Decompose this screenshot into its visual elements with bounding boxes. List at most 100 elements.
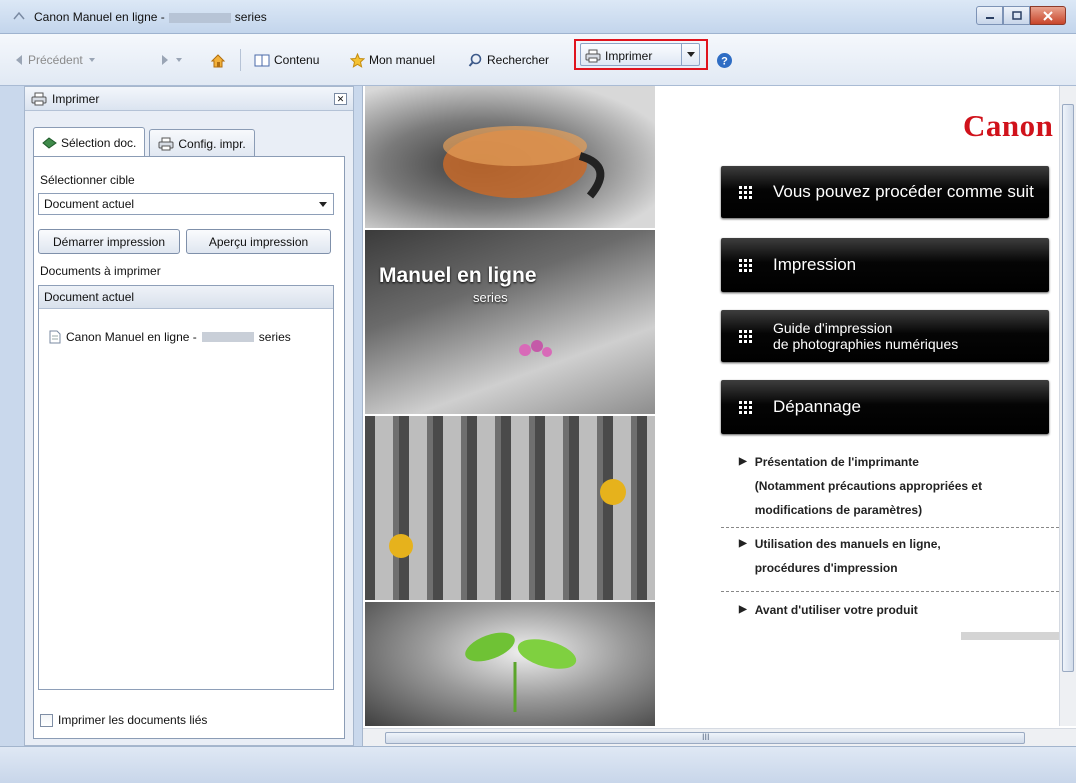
flowers-illustration [389,479,626,558]
printer-icon [158,137,174,150]
title-bar: Canon Manuel en ligne - series [0,0,1076,34]
my-manual-button[interactable]: Mon manuel [350,50,435,70]
link-bullet-icon: ▶ [739,538,747,549]
print-pane-header: Imprimer [25,87,353,111]
seedling-photo [365,602,655,726]
documents-list: Document actuel Canon Manuel en ligne - … [38,285,334,690]
vertical-scrollbar[interactable] [1059,86,1076,726]
link-before-use[interactable]: ▶ Avant d'utiliser votre produit [739,598,918,622]
document-name-suffix: series [258,330,291,344]
print-pane: Imprimer ✕ Sélection doc. Config. impr. … [24,86,354,746]
document-name-prefix: Canon Manuel en ligne - [66,330,197,344]
tab-document-selection-label: Sélection doc. [61,135,137,150]
document-icon [49,330,61,344]
menu-photo-guide-text: Guide d'impression de photographies numé… [773,320,958,352]
help-button[interactable]: ? [716,50,733,70]
menu-printing-label: Impression [773,255,857,274]
link-before-use-text: Avant d'utiliser votre produit [754,603,918,617]
tab-document-selection[interactable]: Sélection doc. [33,127,146,157]
start-print-button[interactable]: Démarrer impression [38,229,180,254]
horizontal-scrollbar[interactable]: III [363,728,1076,746]
menu-photo-guide-line1: Guide d'impression [773,320,893,336]
link-printer-overview-line1: Présentation de l'imprimante [754,455,919,469]
print-dropdown-button[interactable] [681,44,699,65]
print-button[interactable]: Imprimer [580,43,700,66]
home-button[interactable] [210,50,226,70]
divider [721,591,1059,592]
document-selection-panel: Sélectionner cible Document actuel Démar… [33,156,345,739]
help-icon: ? [717,52,732,68]
window-title-suffix: series [234,10,267,24]
close-icon [1043,10,1053,21]
close-button[interactable] [1030,6,1066,25]
link-printer-overview-line2: (Notamment précautions appropriées et [754,479,983,493]
photo-column: Manuel en ligne series [365,86,655,726]
link-online-manuals[interactable]: ▶ Utilisation des manuels en ligne, proc… [739,532,941,580]
menu-you-can-do[interactable]: Vous pouvez procéder comme suit [721,166,1049,218]
menu-photo-guide[interactable]: Guide d'impression de photographies numé… [721,310,1049,362]
documents-icon [42,137,57,149]
manual-content: Manuel en ligne series Canon Vous pouvez… [362,86,1076,746]
grid-icon [739,258,753,272]
link-printer-overview[interactable]: ▶ Présentation de l'imprimante (Notammen… [739,450,982,522]
forward-dropdown-icon [176,58,182,62]
contents-label: Contenu [274,53,320,67]
search-button[interactable]: Rechercher [468,50,549,70]
print-linked-docs-row[interactable]: Imprimer les documents liés [40,713,207,727]
menu-printing[interactable]: Impression [721,238,1049,292]
pane-close-button[interactable]: ✕ [334,93,347,105]
grid-icon [739,185,753,199]
target-select[interactable]: Document actuel [38,193,334,215]
link-bullet-icon: ▶ [739,456,747,467]
list-item[interactable]: Canon Manuel en ligne - series [49,330,291,344]
target-label: Sélectionner cible [40,173,135,187]
redacted-product-code [961,632,1059,640]
star-icon [350,52,365,68]
window-title: Canon Manuel en ligne - series [34,10,267,24]
canon-logo: Canon [963,108,1054,143]
tea-cup-illustration [443,126,605,199]
printer-icon [31,92,47,105]
tea-cup-photo [365,86,655,228]
back-label: Précédent [28,53,83,67]
menu-troubleshooting[interactable]: Dépannage [721,380,1049,434]
link-printer-overview-text: Présentation de l'imprimante (Notamment … [755,450,982,522]
forward-arrow-icon [162,55,168,65]
redacted-model [168,12,231,23]
app-icon [13,11,25,20]
maximize-button[interactable] [1003,6,1030,25]
print-pane-title: Imprimer [52,91,100,106]
svg-text:?: ? [721,55,728,67]
tab-print-settings-label: Config. impr. [178,136,246,151]
back-button[interactable]: Précédent [14,50,97,70]
menu-troubleshooting-label: Dépannage [773,397,861,416]
scroll-grip: III [702,732,710,742]
my-manual-label: Mon manuel [369,53,436,67]
tab-print-settings[interactable]: Config. impr. [149,129,255,157]
chevron-down-icon [319,202,327,207]
status-bar [0,746,1076,783]
maximize-icon [1011,11,1022,20]
menu-you-can-do-label: Vous pouvez procéder comme suit [773,182,1034,201]
home-icon [210,53,226,67]
link-online-manuals-line1: Utilisation des manuels en ligne, [754,537,941,551]
link-online-manuals-text: Utilisation des manuels en ligne, procéd… [755,532,941,580]
flower-decoration [519,340,552,357]
search-label: Rechercher [487,53,550,67]
print-label: Imprimer [605,49,653,63]
minimize-icon [985,16,994,19]
grid-icon [739,329,753,343]
print-linked-docs-checkbox[interactable] [40,713,53,727]
seedling-illustration [465,632,577,712]
contents-button[interactable]: Contenu [254,50,319,70]
minimize-button[interactable] [976,6,1003,25]
target-select-value: Document actuel [44,197,135,211]
toolbar-separator [240,49,241,71]
back-dropdown-icon [88,58,95,62]
redacted-model [201,332,254,342]
forward-button[interactable] [160,50,184,70]
vertical-scroll-thumb[interactable] [1062,104,1074,672]
print-preview-button[interactable]: Aperçu impression [186,229,331,254]
window-photo [365,416,655,600]
horizontal-scroll-thumb[interactable]: III [385,732,1025,744]
